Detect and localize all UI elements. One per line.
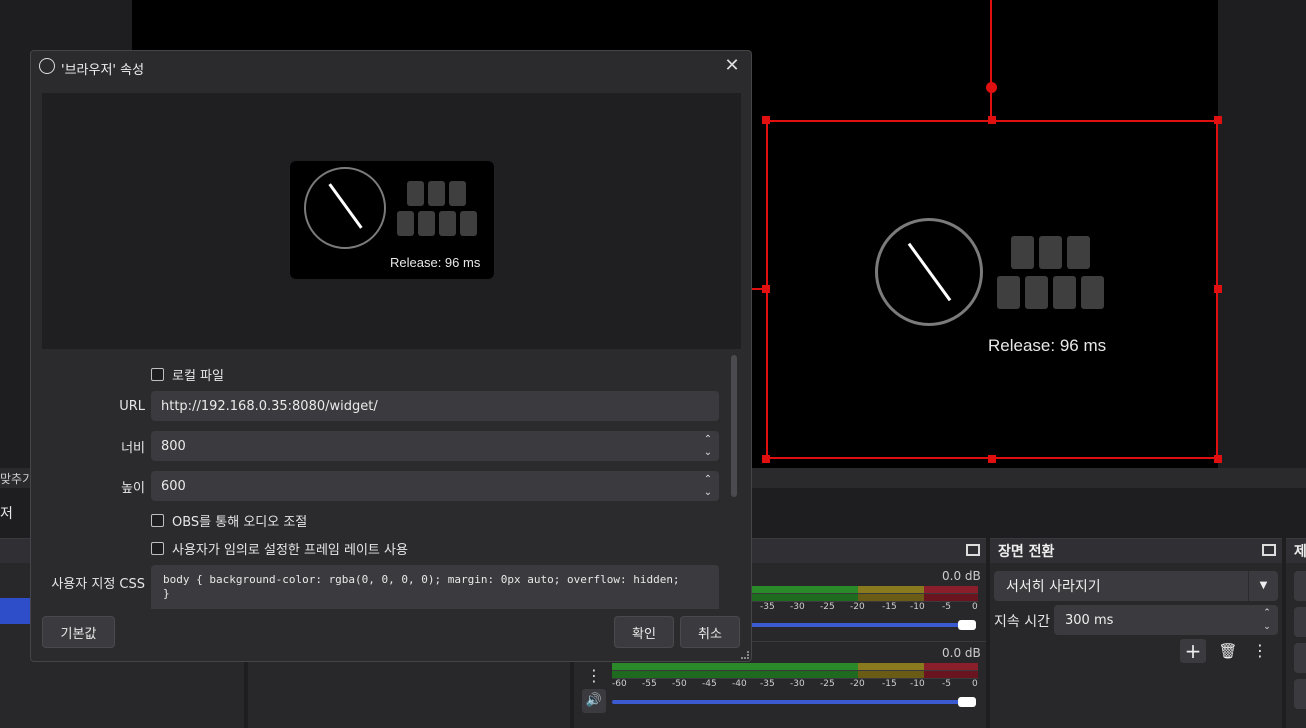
undock-icon[interactable] xyxy=(966,544,980,556)
height-label: 높이 xyxy=(121,481,145,496)
form-scrollbar[interactable] xyxy=(729,353,739,609)
spin-arrows-icon[interactable]: ⌃ ⌄ xyxy=(1256,605,1278,635)
key-indicator xyxy=(407,181,424,206)
source-top-line xyxy=(990,0,992,120)
ok-button[interactable]: 확인 xyxy=(614,616,674,648)
close-icon[interactable]: ✕ xyxy=(721,55,743,77)
custom-fps-row[interactable]: 사용자가 임의로 설정한 프레임 레이트 사용 xyxy=(151,539,408,558)
spin-arrows-icon[interactable]: ⌃ ⌄ xyxy=(697,431,719,461)
undock-icon[interactable] xyxy=(1262,544,1276,556)
duration-label: 지속 시간 xyxy=(994,614,1050,630)
defaults-button[interactable]: 기본값 xyxy=(42,616,115,648)
dial-icon xyxy=(875,218,983,326)
key-indicator xyxy=(1025,276,1048,309)
browser-label: 저 xyxy=(0,506,13,522)
local-file-row[interactable]: 로컬 파일 xyxy=(151,365,224,384)
key-indicator xyxy=(1081,276,1104,309)
scene-list-item-selected[interactable] xyxy=(0,598,30,624)
track1-volume-knob[interactable] xyxy=(958,620,976,630)
transitions-header: 장면 전환 xyxy=(990,539,1282,563)
url-input[interactable]: http://192.168.0.35:8080/widget/ xyxy=(151,391,719,421)
obs-audio-label: OBS를 통해 오디오 조절 xyxy=(172,515,308,530)
key-indicator xyxy=(397,211,414,236)
obs-audio-checkbox[interactable] xyxy=(151,514,164,527)
custom-fps-checkbox[interactable] xyxy=(151,542,164,555)
delete-transition-icon[interactable]: 🗑 xyxy=(1218,639,1238,663)
track1-db: 0.0 dB xyxy=(942,569,981,583)
key-indicator xyxy=(428,181,445,206)
resize-grip-icon[interactable] xyxy=(741,651,749,659)
cancel-button[interactable]: 취소 xyxy=(680,616,740,648)
preview-side-area xyxy=(1218,0,1306,468)
release-text: Release: 96 ms xyxy=(988,336,1107,355)
custom-fps-label: 사용자가 임의로 설정한 프레임 레이트 사용 xyxy=(172,543,408,558)
url-label: URL xyxy=(119,399,145,414)
obs-logo-icon xyxy=(39,58,55,74)
transitions-dock: 장면 전환 서서히 사라지기 ▼ 지속 시간 300 ms ⌃ ⌄ + 🗑 ⋮ xyxy=(990,538,1282,728)
preview-widget: Release: 96 ms xyxy=(290,161,494,279)
track2-db: 0.0 dB xyxy=(942,646,981,660)
key-indicator xyxy=(460,211,477,236)
release-text: Release: 96 ms xyxy=(390,255,481,270)
scene-widget: Release: 96 ms xyxy=(768,122,1216,457)
fit-label: 맞추기 xyxy=(0,472,34,486)
speaker-icon[interactable]: 🔊 xyxy=(582,689,606,713)
key-indicator xyxy=(1067,236,1090,269)
css-label: 사용자 지정 CSS xyxy=(51,577,145,592)
dialog-title: '브라우저' 속성 xyxy=(61,63,145,78)
duration-spinbox[interactable]: 300 ms ⌃ ⌄ xyxy=(1054,605,1278,635)
dial-icon xyxy=(304,167,386,249)
more-options-icon[interactable]: ⋮ xyxy=(584,665,604,687)
key-indicator xyxy=(1053,276,1076,309)
chevron-down-icon: ▼ xyxy=(1248,571,1278,601)
spin-arrows-icon[interactable]: ⌃ ⌄ xyxy=(697,471,719,501)
add-transition-button[interactable]: + xyxy=(1180,639,1206,663)
width-label: 너비 xyxy=(121,441,145,456)
track2-volume-knob[interactable] xyxy=(958,697,976,707)
local-file-checkbox[interactable] xyxy=(151,368,164,381)
track2-meter xyxy=(612,663,978,679)
controls-header: 제 xyxy=(1286,539,1306,563)
local-file-label: 로컬 파일 xyxy=(172,369,224,384)
height-spinbox[interactable]: 600 ⌃ ⌄ xyxy=(151,471,719,501)
key-indicator xyxy=(1011,236,1034,269)
track2-ticks: -60 -55 -50 -45 -40 -35 -30 -25 -20 -15 … xyxy=(612,679,978,689)
css-line-2: } xyxy=(163,587,170,600)
key-indicator xyxy=(449,181,466,206)
track2-volume-slider[interactable] xyxy=(612,700,972,704)
key-indicator xyxy=(1039,236,1062,269)
dialog-preview: Release: 96 ms xyxy=(42,93,741,349)
key-indicator xyxy=(997,276,1020,309)
browser-properties-dialog: '브라우저' 속성 ✕ Release: 96 ms 로컬 파일 URL htt… xyxy=(30,50,752,662)
obs-audio-row[interactable]: OBS를 통해 오디오 조절 xyxy=(151,511,307,530)
key-indicator xyxy=(418,211,435,236)
css-textarea[interactable]: body { background-color: rgba(0, 0, 0, 0… xyxy=(151,565,719,609)
transition-more-icon[interactable]: ⋮ xyxy=(1252,639,1268,663)
key-indicator xyxy=(439,211,456,236)
scrollbar-thumb[interactable] xyxy=(731,355,737,497)
rotation-handle[interactable] xyxy=(986,82,997,93)
width-spinbox[interactable]: 800 ⌃ ⌄ xyxy=(151,431,719,461)
controls-dock: 제 xyxy=(1286,538,1306,728)
css-line-1: body { background-color: rgba(0, 0, 0, 0… xyxy=(163,573,680,586)
transition-select[interactable]: 서서히 사라지기 ▼ xyxy=(994,571,1278,601)
